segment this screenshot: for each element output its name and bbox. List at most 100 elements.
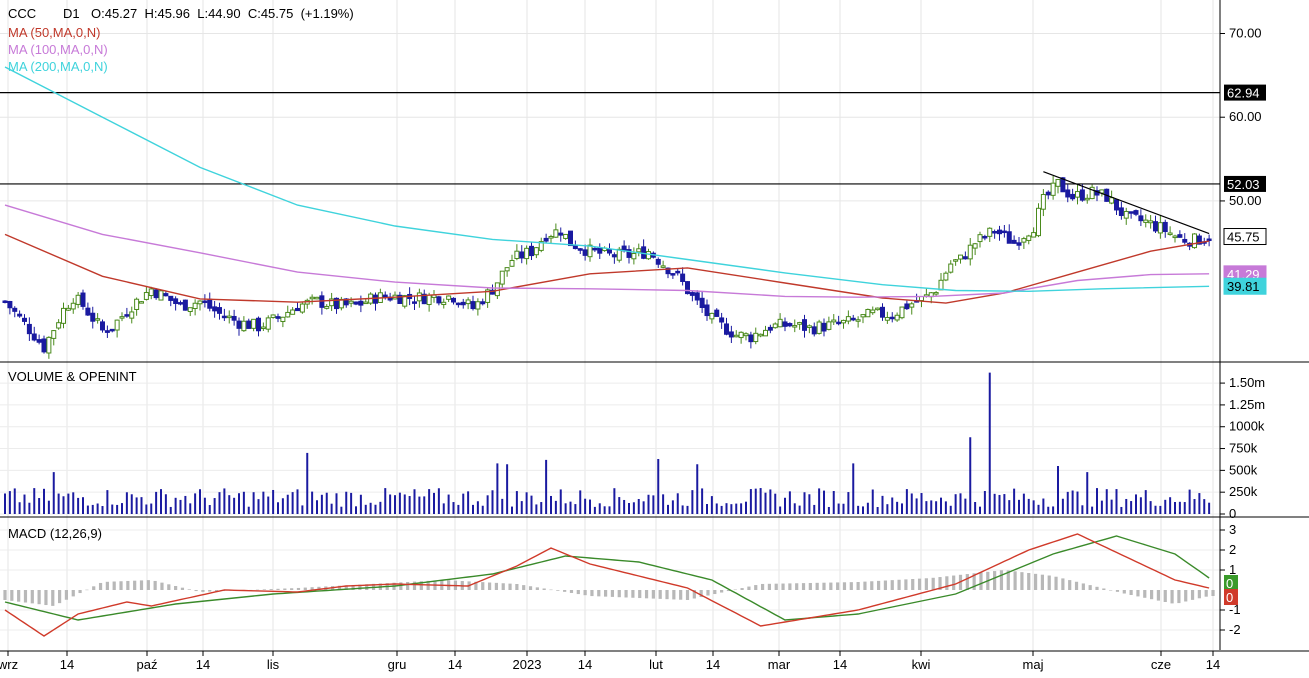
- macd-histogram-bar: [767, 583, 771, 590]
- candle-body: [582, 249, 588, 256]
- candle-body: [611, 254, 617, 258]
- macd-histogram-bar: [617, 590, 621, 598]
- macd-histogram-bar: [105, 581, 109, 590]
- header-symbol: CCC: [8, 6, 36, 21]
- x-tick-label: paź: [137, 657, 158, 672]
- candle-body: [202, 300, 208, 304]
- candle-body: [114, 319, 120, 331]
- macd-histogram-bar: [1074, 581, 1079, 590]
- candle-body: [470, 301, 476, 310]
- macd-histogram-bar: [842, 582, 847, 590]
- candle-body: [158, 290, 164, 301]
- candle-body: [748, 334, 754, 343]
- macd-histogram-bar: [1184, 590, 1188, 602]
- candle-body: [758, 333, 764, 337]
- macd-histogram-bar: [1095, 586, 1099, 590]
- candle-body: [275, 316, 281, 319]
- macd-histogram-bar: [849, 582, 853, 590]
- candle-body: [324, 305, 330, 309]
- candle-body: [1206, 238, 1212, 242]
- macd-histogram-bar: [1020, 572, 1024, 590]
- candle-body: [1075, 191, 1080, 198]
- candle-body: [231, 315, 237, 321]
- candle-body: [353, 301, 359, 305]
- macd-tag-label: 0: [1226, 590, 1233, 605]
- candle-body: [26, 323, 32, 335]
- candle-body: [134, 298, 140, 310]
- candle-body: [187, 307, 193, 313]
- y-tick-label: 250k: [1229, 484, 1258, 499]
- macd-histogram-bar: [542, 588, 546, 590]
- macd-histogram-bar: [92, 586, 96, 590]
- macd-histogram-bar: [112, 581, 116, 590]
- macd-histogram-bar: [1115, 590, 1120, 592]
- candle-body: [1055, 179, 1061, 187]
- candle-body: [12, 307, 18, 312]
- candle-body: [821, 322, 827, 332]
- macd-histogram-bar: [829, 582, 833, 590]
- candle-body: [948, 263, 954, 273]
- candle-body: [1109, 197, 1115, 204]
- candle-body: [894, 314, 900, 321]
- x-tick-label: 14: [833, 657, 847, 672]
- macd-histogram-bar: [610, 590, 615, 597]
- candle-body: [475, 301, 481, 310]
- candle-body: [811, 326, 817, 335]
- candle-body: [168, 295, 174, 301]
- candle-body: [46, 336, 52, 354]
- macd-histogram-bar: [1190, 590, 1195, 600]
- candle-body: [831, 319, 837, 323]
- candle-body: [480, 301, 486, 305]
- candle-body: [733, 334, 739, 338]
- candle-body: [173, 298, 179, 305]
- macd-histogram-bar: [979, 572, 983, 590]
- macd-histogram-bar: [194, 590, 198, 592]
- candle-body: [1016, 242, 1022, 246]
- macd-histogram-bar: [508, 583, 512, 590]
- macd-histogram-bar: [406, 581, 410, 590]
- macd-histogram-bar: [37, 590, 41, 605]
- macd-histogram-bar: [583, 590, 587, 596]
- x-tick-label: 14: [60, 657, 74, 672]
- candle-body: [958, 254, 963, 260]
- x-tick-label: lut: [649, 657, 663, 672]
- legend-ma50: MA (50,MA,0,N): [8, 25, 100, 40]
- macd-histogram-bar: [624, 590, 628, 598]
- candle-body: [143, 292, 149, 300]
- candle-body: [1021, 238, 1027, 243]
- candle-body: [241, 320, 247, 332]
- candle-body: [850, 317, 856, 321]
- candle-body: [524, 247, 530, 260]
- macd-histogram-bar: [576, 590, 580, 595]
- macd-histogram-bar: [1102, 588, 1106, 590]
- candle-body: [207, 298, 213, 309]
- macd-histogram-bar: [747, 586, 751, 590]
- candle-body: [607, 248, 612, 254]
- candle-body: [426, 294, 432, 306]
- candle-body: [416, 292, 422, 302]
- macd-histogram-bar: [1150, 590, 1154, 600]
- candle-body: [1065, 189, 1071, 198]
- y-tick-label: 1.50m: [1229, 375, 1265, 390]
- candle-body: [680, 273, 686, 282]
- candle-body: [904, 303, 910, 310]
- macd-histogram-bar: [904, 579, 908, 590]
- candle-body: [719, 317, 725, 323]
- macd-histogram-bar: [528, 586, 533, 590]
- candle-body: [1011, 239, 1017, 244]
- macd-histogram-bar: [1081, 583, 1085, 590]
- macd-histogram-bar: [801, 583, 806, 590]
- candle-body: [2, 300, 8, 303]
- candle-body: [509, 259, 515, 267]
- candle-body: [314, 296, 320, 300]
- macd-histogram-bar: [965, 574, 969, 590]
- candle-body: [36, 339, 42, 343]
- candle-body: [1162, 221, 1168, 233]
- candle-body: [412, 301, 417, 304]
- macd-histogram-bar: [1088, 585, 1092, 590]
- candle-body: [909, 303, 915, 308]
- candle-body: [880, 306, 885, 318]
- candle-body: [860, 314, 866, 318]
- macd-histogram-bar: [1143, 590, 1147, 598]
- macd-histogram-bar: [187, 589, 191, 590]
